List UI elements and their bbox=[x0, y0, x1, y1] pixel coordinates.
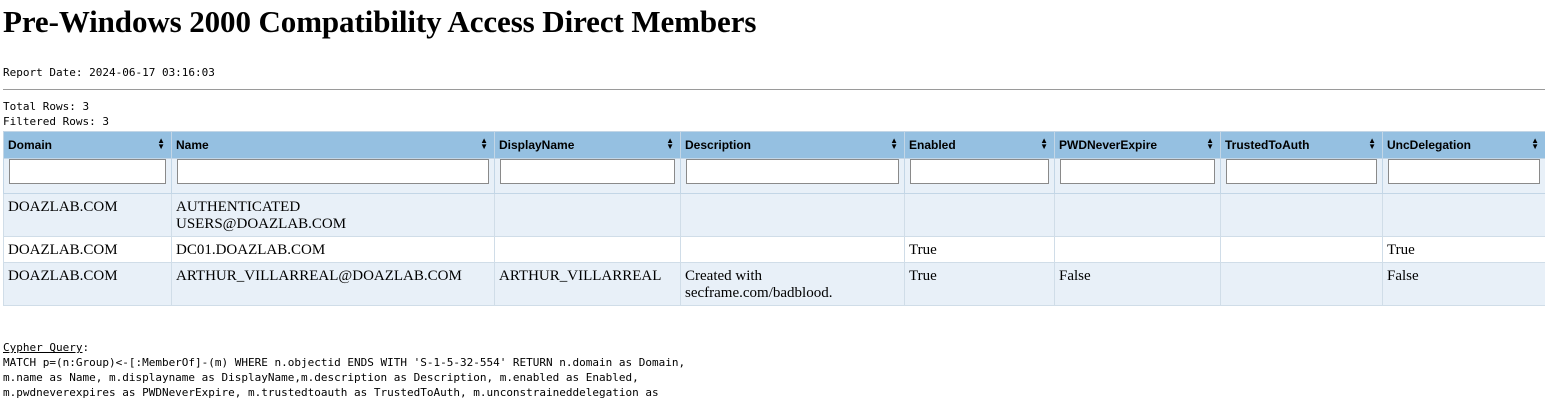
table-cell: Created with secframe.com/badblood. bbox=[680, 262, 905, 306]
table-cell bbox=[680, 193, 905, 237]
filter-cell bbox=[1382, 158, 1545, 194]
table-cell bbox=[494, 236, 681, 263]
table-cell: True bbox=[1382, 236, 1545, 263]
filter-cell bbox=[494, 158, 681, 194]
filter-row bbox=[3, 158, 1545, 194]
column-label: Enabled bbox=[909, 138, 956, 152]
table-cell: True bbox=[904, 262, 1055, 306]
filter-cell bbox=[904, 158, 1055, 194]
column-label: Description bbox=[685, 138, 752, 152]
column-header-displayname[interactable]: DisplayName ▲ ▼ bbox=[494, 131, 681, 159]
table-cell bbox=[680, 236, 905, 263]
sort-updown-icon: ▲ ▼ bbox=[1206, 136, 1214, 151]
filter-cell bbox=[1220, 158, 1383, 194]
filter-input-trustedtoauth[interactable] bbox=[1226, 159, 1377, 184]
table-row: DOAZLAB.COM ARTHUR_VILLARREAL@DOAZLAB.CO… bbox=[3, 262, 1545, 306]
query-line: m.name as Name, m.displayname as Display… bbox=[3, 371, 639, 384]
filter-input-pwdneverexpire[interactable] bbox=[1060, 159, 1215, 184]
sort-updown-icon: ▲ ▼ bbox=[1040, 136, 1048, 151]
sort-updown-icon: ▲ ▼ bbox=[1531, 136, 1539, 151]
sort-updown-icon: ▲ ▼ bbox=[1368, 136, 1376, 151]
filter-input-displayname[interactable] bbox=[500, 159, 675, 184]
table-cell: False bbox=[1054, 262, 1221, 306]
column-header-name[interactable]: Name ▲ ▼ bbox=[171, 131, 495, 159]
filter-input-enabled[interactable] bbox=[910, 159, 1049, 184]
column-label: UncDelegation bbox=[1387, 138, 1472, 152]
table-cell: True bbox=[904, 236, 1055, 263]
total-rows: Total Rows: 3 bbox=[3, 100, 90, 113]
column-header-pwdneverexpire[interactable]: PWDNeverExpire ▲ ▼ bbox=[1054, 131, 1221, 159]
query-line: m.pwdneverexpires as PWDNeverExpire, m.t… bbox=[3, 386, 659, 399]
table-cell bbox=[1382, 193, 1545, 237]
table-row: DOAZLAB.COM DC01.DOAZLAB.COM True True bbox=[3, 236, 1545, 263]
sort-updown-icon: ▲ ▼ bbox=[480, 136, 488, 151]
table-cell bbox=[1054, 193, 1221, 237]
table-cell bbox=[1054, 236, 1221, 263]
table-cell bbox=[1220, 236, 1383, 263]
filter-cell bbox=[680, 158, 905, 194]
filter-input-description[interactable] bbox=[686, 159, 899, 184]
column-label: PWDNeverExpire bbox=[1059, 138, 1158, 152]
table-cell: DOAZLAB.COM bbox=[3, 262, 172, 306]
divider bbox=[3, 89, 1545, 90]
header-row: Domain ▲ ▼ Name ▲ ▼ DisplayName ▲ ▼ Descriptio… bbox=[3, 131, 1545, 159]
sort-updown-icon: ▲ ▼ bbox=[666, 136, 674, 151]
filter-input-name[interactable] bbox=[177, 159, 489, 184]
table-cell bbox=[1220, 262, 1383, 306]
table-cell bbox=[494, 193, 681, 237]
column-header-uncdelegation[interactable]: UncDelegation ▲ ▼ bbox=[1382, 131, 1545, 159]
sort-updown-icon: ▲ ▼ bbox=[890, 136, 898, 151]
filter-cell bbox=[1054, 158, 1221, 194]
filtered-rows: Filtered Rows: 3 bbox=[3, 115, 109, 128]
column-label: TrustedToAuth bbox=[1225, 138, 1310, 152]
table-row: DOAZLAB.COM AUTHENTICATED USERS@DOAZLAB.… bbox=[3, 193, 1545, 237]
report-date: Report Date: 2024-06-17 03:16:03 bbox=[3, 66, 215, 79]
query-label: Cypher Query bbox=[3, 341, 83, 354]
members-table: Domain ▲ ▼ Name ▲ ▼ DisplayName ▲ ▼ Descriptio… bbox=[3, 131, 1545, 306]
table-cell: ARTHUR_VILLARREAL@DOAZLAB.COM bbox=[171, 262, 495, 306]
column-label: Domain bbox=[8, 138, 53, 152]
column-header-domain[interactable]: Domain ▲ ▼ bbox=[3, 131, 172, 159]
cypher-query-block: Cypher Query: MATCH p=(n:Group)<-[:Membe… bbox=[3, 341, 686, 399]
table-cell bbox=[904, 193, 1055, 237]
column-header-trustedtoauth[interactable]: TrustedToAuth ▲ ▼ bbox=[1220, 131, 1383, 159]
sort-updown-icon: ▲ ▼ bbox=[157, 136, 165, 151]
column-header-enabled[interactable]: Enabled ▲ ▼ bbox=[904, 131, 1055, 159]
filter-input-uncdelegation[interactable] bbox=[1388, 159, 1540, 184]
page-title: Pre-Windows 2000 Compatibility Access Di… bbox=[3, 4, 757, 39]
table-cell: DOAZLAB.COM bbox=[3, 193, 172, 237]
column-header-description[interactable]: Description ▲ ▼ bbox=[680, 131, 905, 159]
filter-input-domain[interactable] bbox=[9, 159, 166, 184]
column-label: Name bbox=[176, 138, 209, 152]
column-label: DisplayName bbox=[499, 138, 575, 152]
table-cell: ARTHUR_VILLARREAL bbox=[494, 262, 681, 306]
table-cell: DC01.DOAZLAB.COM bbox=[171, 236, 495, 263]
query-line: MATCH p=(n:Group)<-[:MemberOf]-(m) WHERE… bbox=[3, 356, 686, 369]
filter-cell bbox=[3, 158, 172, 194]
table-cell: DOAZLAB.COM bbox=[3, 236, 172, 263]
table-cell bbox=[1220, 193, 1383, 237]
table-cell: AUTHENTICATED USERS@DOAZLAB.COM bbox=[171, 193, 495, 237]
table-cell: False bbox=[1382, 262, 1545, 306]
filter-cell bbox=[171, 158, 495, 194]
